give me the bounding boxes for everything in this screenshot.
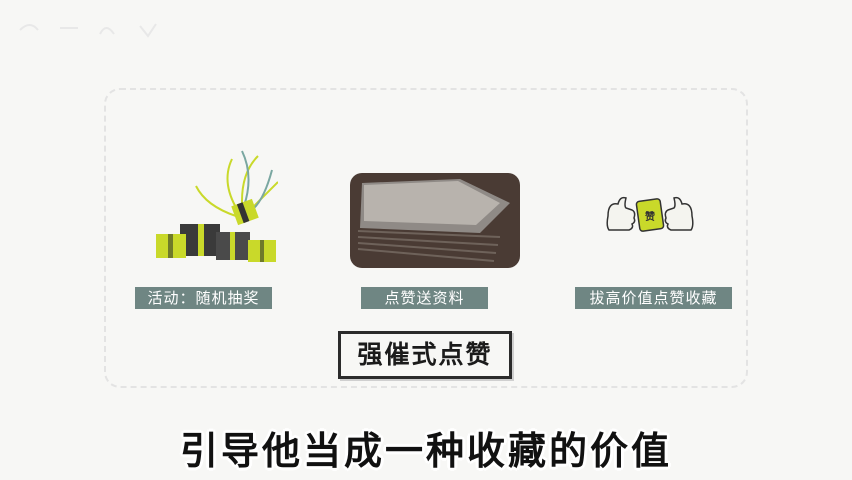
like-gift-material-label: 点赞送资料 [361, 287, 488, 309]
svg-text:赞: 赞 [644, 210, 655, 223]
paper-stack-icon [350, 173, 520, 268]
scribble-decoration [19, 23, 157, 38]
raise-value-label: 拔高价值点赞收藏 [575, 287, 732, 309]
forced-like-box: 强催式点赞 [338, 331, 512, 379]
video-subtitle: 引导他当成一种收藏的价值 [179, 429, 672, 473]
thumbs-up-icon: 赞 [606, 196, 694, 232]
gift-boxes-icon [156, 150, 278, 262]
activity-lottery-label: 活动：随机抽奖 [135, 287, 272, 309]
